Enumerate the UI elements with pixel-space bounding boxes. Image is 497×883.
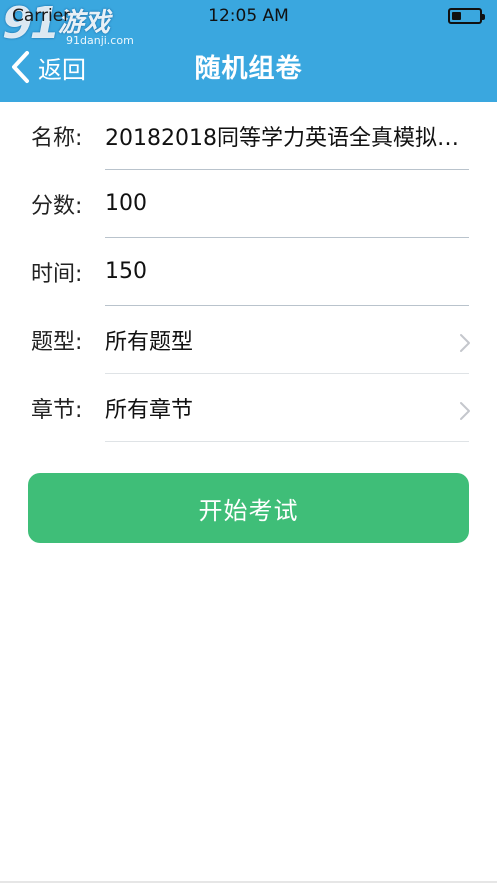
page-title: 随机组卷 bbox=[194, 54, 303, 84]
chevron-right-icon bbox=[459, 333, 471, 357]
navigation-header: 91 游戏 91danji.com Carrier 12:05 AM 返回 随机… bbox=[0, 0, 497, 102]
score-field-wrap bbox=[105, 188, 470, 218]
time-field-wrap bbox=[105, 256, 470, 286]
time-label: 时间: bbox=[31, 262, 83, 287]
name-row[interactable]: 名称: 20182018同等学力英语全真模拟试卷... bbox=[0, 102, 497, 170]
chevron-right-icon bbox=[459, 401, 471, 425]
name-label: 名称: bbox=[31, 126, 83, 151]
question-type-value: 所有题型 bbox=[105, 330, 194, 355]
battery-level bbox=[452, 12, 461, 20]
chapter-label: 章节: bbox=[31, 398, 83, 423]
chapter-value: 所有章节 bbox=[105, 398, 194, 423]
exam-form: 名称: 20182018同等学力英语全真模拟试卷... 分数: 时间: 题型: … bbox=[0, 102, 497, 442]
status-time: 12:05 AM bbox=[208, 6, 289, 26]
question-type-label: 题型: bbox=[31, 330, 83, 355]
battery-icon bbox=[448, 8, 485, 24]
time-input[interactable] bbox=[105, 256, 470, 286]
score-row: 分数: bbox=[0, 170, 497, 238]
divider bbox=[105, 441, 469, 442]
question-type-row[interactable]: 题型: 所有题型 bbox=[0, 306, 497, 374]
start-exam-button[interactable]: 开始考试 bbox=[28, 473, 469, 543]
chapter-row[interactable]: 章节: 所有章节 bbox=[0, 374, 497, 442]
score-input[interactable] bbox=[105, 188, 470, 218]
score-label: 分数: bbox=[31, 194, 83, 219]
time-row: 时间: bbox=[0, 238, 497, 306]
name-value[interactable]: 20182018同等学力英语全真模拟试卷... bbox=[105, 120, 470, 152]
